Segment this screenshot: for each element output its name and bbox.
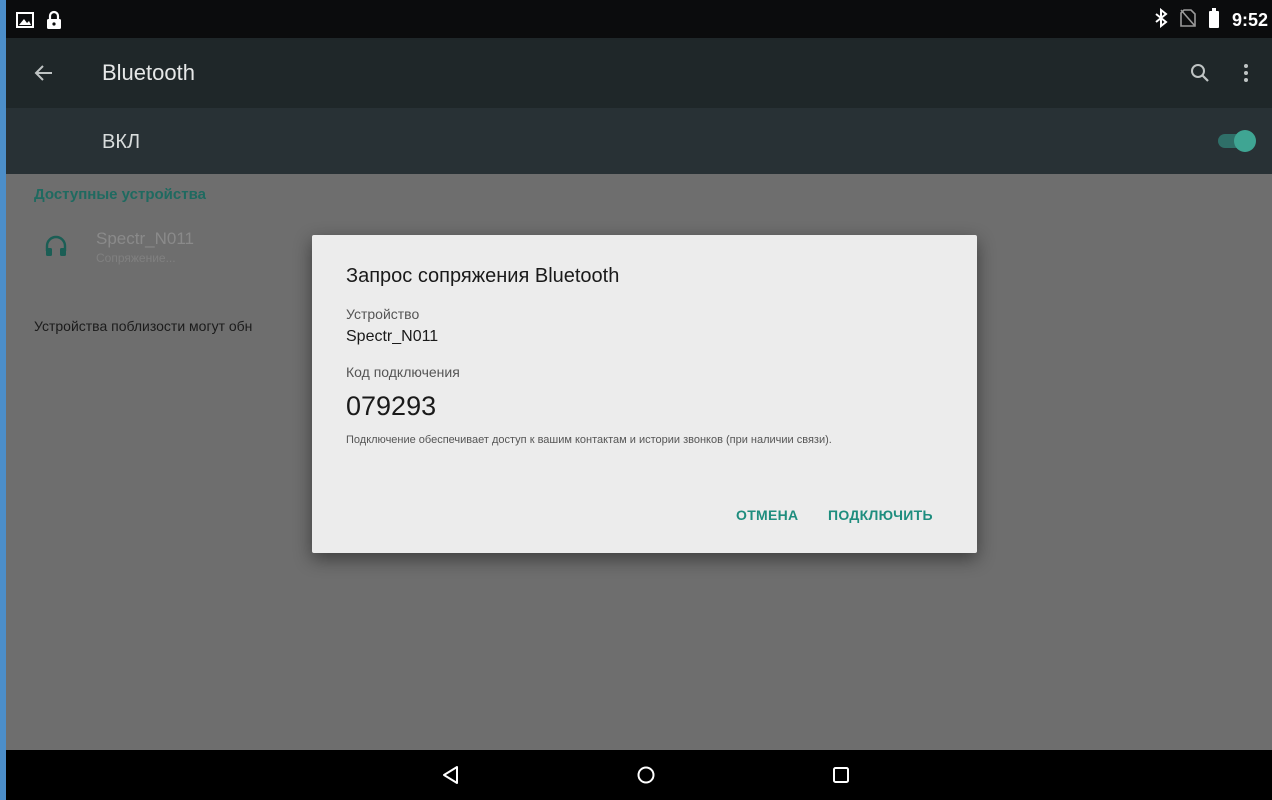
toggle-thumb — [1234, 130, 1256, 152]
available-devices-title: Доступные устройства — [34, 186, 206, 203]
pairing-request-dialog: Запрос сопряжения Bluetooth Устройство S… — [312, 235, 977, 553]
pairing-code-value: 079293 — [346, 391, 437, 421]
device-value: Spectr_N011 — [346, 328, 439, 345]
photo-icon — [16, 12, 34, 33]
dialog-note: Подключение обеспечивает доступ к вашим … — [346, 434, 832, 446]
switch-label: ВКЛ — [102, 131, 141, 153]
dialog-title: Запрос сопряжения Bluetooth — [346, 265, 620, 287]
app-bar: Bluetooth — [6, 38, 1272, 108]
status-right-icons: 9:52 — [1154, 7, 1268, 33]
pairing-code-label: Код подключения — [346, 364, 460, 380]
lock-icon — [46, 10, 62, 35]
device-list-item[interactable]: Spectr_N011 Сопряжение... — [6, 220, 326, 276]
back-arrow-icon[interactable] — [32, 61, 56, 85]
battery-icon — [1208, 8, 1220, 33]
nav-back-icon[interactable] — [439, 763, 463, 787]
connect-button[interactable]: ПОДКЛЮЧИТЬ — [828, 507, 933, 523]
bluetooth-toggle[interactable] — [1214, 130, 1256, 152]
status-bar: 9:52 — [6, 0, 1272, 38]
bluetooth-icon — [1154, 7, 1168, 33]
more-vert-icon[interactable] — [1236, 61, 1256, 85]
nav-home-icon[interactable] — [634, 763, 658, 787]
screen-frame: 9:52 Bluetooth ВКЛ Доступные устройства … — [0, 0, 1272, 800]
device-status: Сопряжение... — [96, 251, 176, 265]
status-time: 9:52 — [1231, 10, 1268, 30]
page-title: Bluetooth — [102, 60, 195, 85]
nav-recents-icon[interactable] — [829, 763, 853, 787]
nearby-devices-note: Устройства поблизости могут обн — [34, 318, 253, 334]
no-sim-icon — [1180, 8, 1196, 33]
cancel-button[interactable]: ОТМЕНА — [736, 507, 798, 523]
headphones-icon — [44, 234, 68, 258]
bluetooth-switch-bar[interactable]: ВКЛ — [6, 108, 1272, 174]
search-icon[interactable] — [1188, 61, 1212, 85]
device-name: Spectr_N011 — [96, 229, 194, 248]
status-left-icons — [16, 10, 62, 35]
device-label: Устройство — [346, 306, 420, 322]
navigation-bar — [6, 750, 1272, 800]
